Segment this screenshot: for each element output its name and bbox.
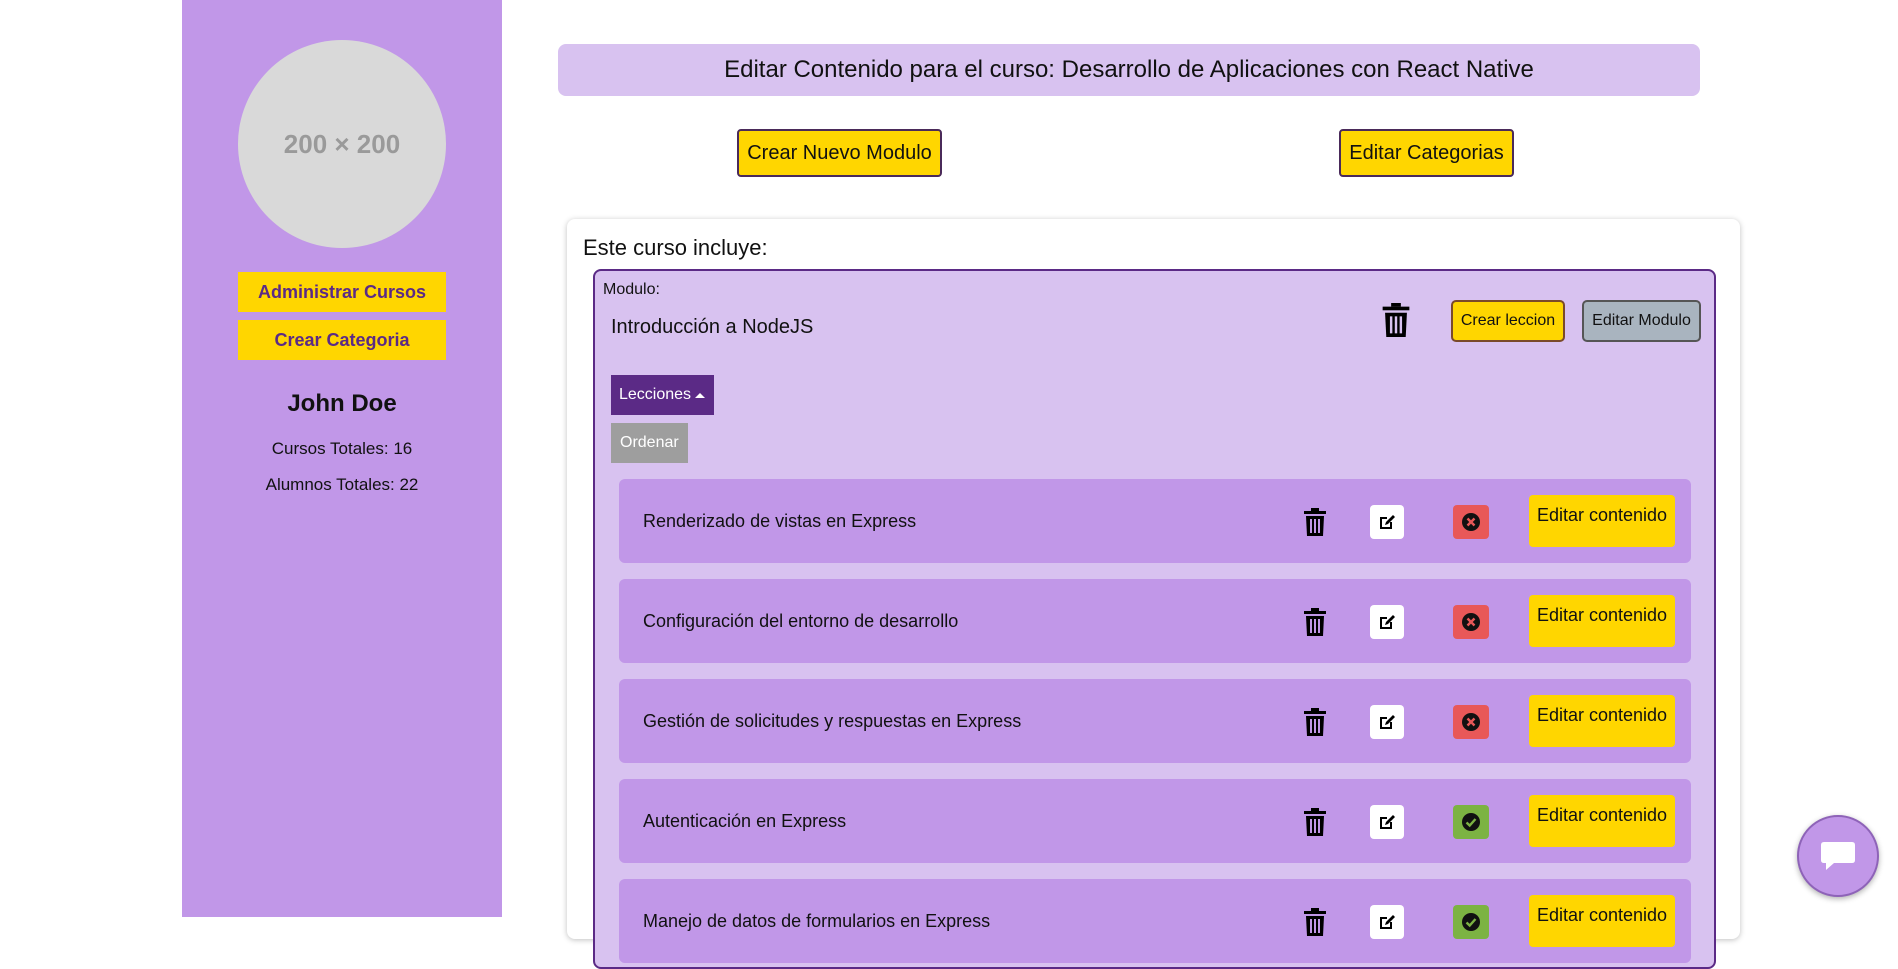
lesson-status-button[interactable]: [1453, 705, 1489, 739]
lesson-row: Manejo de datos de formularios en Expres…: [619, 879, 1691, 963]
trash-icon[interactable]: [1303, 508, 1327, 536]
avatar-placeholder-text: 200 × 200: [283, 128, 401, 159]
create-lesson-button[interactable]: Crear leccion: [1451, 300, 1565, 342]
check-circle-icon: [1462, 913, 1480, 931]
lesson-title: Configuración del entorno de desarrollo: [643, 610, 959, 631]
edit-content-button[interactable]: Editar contenido: [1529, 695, 1675, 747]
edit-icon: [1380, 515, 1395, 529]
lesson-status-button[interactable]: [1453, 505, 1489, 539]
module-panel: Modulo: Introducción a NodeJS Crear lecc…: [593, 269, 1716, 969]
caret-up-icon: [695, 393, 706, 398]
lesson-row: Gestión de solicitudes y respuestas en E…: [619, 679, 1691, 763]
trash-icon[interactable]: [1303, 908, 1327, 936]
edit-content-button[interactable]: Editar contenido: [1529, 495, 1675, 547]
edit-content-button[interactable]: Editar contenido: [1529, 895, 1675, 947]
sidebar: 200 × 200 Administrar Cursos Crear Categ…: [182, 0, 502, 917]
trash-icon[interactable]: [1303, 808, 1327, 836]
check-circle-icon: [1462, 813, 1480, 831]
edit-content-button[interactable]: Editar contenido: [1529, 795, 1675, 847]
edit-lesson-button[interactable]: [1370, 705, 1404, 739]
sort-lessons-button[interactable]: Ordenar: [611, 423, 688, 463]
lesson-title: Manejo de datos de formularios en Expres…: [643, 910, 991, 931]
edit-lesson-button[interactable]: [1370, 505, 1404, 539]
lessons-toggle-label: Lecciones: [619, 386, 692, 403]
page-title: Editar Contenido para el curso: Desarrol…: [558, 44, 1700, 96]
lesson-title: Renderizado de vistas en Express: [643, 510, 917, 531]
edit-icon: [1380, 615, 1395, 629]
edit-lesson-button[interactable]: [1370, 605, 1404, 639]
edit-icon: [1380, 715, 1395, 729]
x-circle-icon: [1462, 713, 1480, 731]
course-content-card: Este curso incluye: Modulo: Introducción…: [567, 219, 1740, 969]
edit-icon: [1380, 815, 1395, 829]
lesson-title: Gestión de solicitudes y respuestas en E…: [643, 710, 1022, 731]
create-category-button[interactable]: Crear Categoria: [238, 320, 446, 360]
x-circle-icon: [1462, 513, 1480, 531]
chat-bubble-icon: [1821, 842, 1855, 870]
lesson-row: Renderizado de vistas en Express Editar …: [619, 479, 1691, 563]
edit-lesson-button[interactable]: [1370, 905, 1404, 939]
edit-module-button[interactable]: Editar Modulo: [1582, 300, 1701, 342]
trash-icon[interactable]: [1381, 303, 1411, 337]
lesson-row: Configuración del entorno de desarrollo …: [619, 579, 1691, 663]
new-module-button[interactable]: Crear Nuevo Modulo: [737, 129, 942, 177]
edit-categories-button[interactable]: Editar Categorias: [1339, 129, 1514, 177]
lessons-toggle-button[interactable]: Lecciones: [611, 375, 715, 415]
page-title-text: Editar Contenido para el curso: Desarrol…: [724, 56, 1534, 83]
module-name: Introducción a NodeJS: [611, 316, 814, 338]
avatar: 200 × 200: [238, 40, 446, 248]
total-courses: Cursos Totales: 16: [271, 439, 413, 458]
module-label: Modulo:: [603, 281, 660, 298]
x-circle-icon: [1462, 613, 1480, 631]
lesson-status-button[interactable]: [1453, 905, 1489, 939]
course-includes-heading: Este curso incluye:: [583, 235, 768, 260]
trash-icon[interactable]: [1303, 608, 1327, 636]
lesson-title: Autenticación en Express: [643, 810, 847, 831]
edit-lesson-button[interactable]: [1370, 805, 1404, 839]
trash-icon[interactable]: [1303, 708, 1327, 736]
lesson-status-button[interactable]: [1453, 805, 1489, 839]
chat-button[interactable]: [1797, 815, 1879, 897]
edit-content-button[interactable]: Editar contenido: [1529, 595, 1675, 647]
lesson-status-button[interactable]: [1453, 605, 1489, 639]
edit-icon: [1380, 915, 1395, 929]
user-name: John Doe: [287, 390, 397, 417]
lesson-row: Autenticación en Express Editar contenid…: [619, 779, 1691, 863]
total-students: Alumnos Totales: 22: [265, 475, 419, 494]
admin-courses-button[interactable]: Administrar Cursos: [238, 272, 446, 312]
